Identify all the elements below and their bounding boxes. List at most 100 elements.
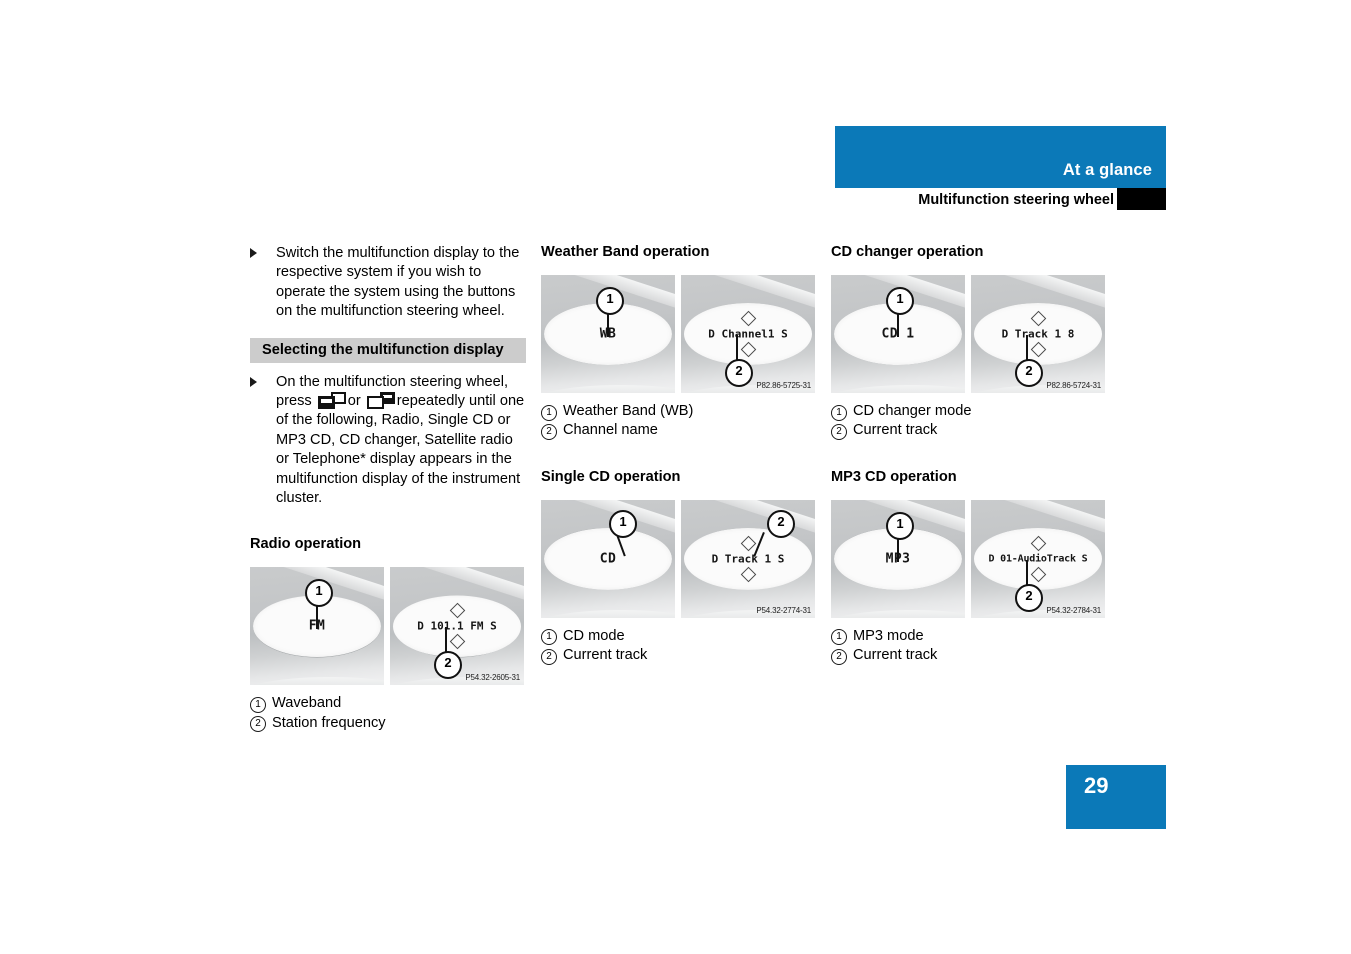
legend-number: 1 — [541, 404, 557, 421]
legend-number: 1 — [831, 629, 847, 646]
arrow-down-icon — [1030, 566, 1047, 583]
cluster-rim — [831, 385, 965, 393]
right-column: CD changer operation CD 1 1 D Track 1 8 … — [831, 244, 1107, 666]
figure-radio-operation: FM 1 D 101.1 FM S 2 P54.32-2605-31 — [250, 567, 524, 686]
section-heading-selecting-display: Selecting the multifunction display — [250, 337, 526, 363]
figure-panel-left: WB 1 — [541, 275, 675, 393]
page-number-badge: 29 — [1066, 765, 1166, 829]
legend-label: Waveband — [272, 695, 342, 712]
legend-number: 2 — [541, 423, 557, 440]
cluster-rim — [541, 385, 675, 393]
legend-item: 2 Channel name — [541, 421, 817, 440]
callout-leader — [1026, 335, 1028, 361]
photo-id-label: P82.86-5724-31 — [1046, 381, 1101, 390]
lcd-lens: D Track 1 8 — [974, 303, 1102, 365]
cluster-rim — [831, 609, 965, 618]
callout-2: 2 — [767, 509, 795, 538]
figure-panel-left: CD 1 — [541, 499, 675, 618]
callout-leader — [1026, 559, 1028, 586]
legend-item: 1 CD changer mode — [831, 402, 1107, 421]
callout-2: 2 — [725, 359, 753, 387]
arrow-down-icon — [449, 634, 466, 650]
heading-mp3-cd-operation: MP3 CD operation — [831, 468, 957, 485]
figure-panel-right: D Track 1 S 2 P54.32-2774-31 — [681, 499, 815, 618]
mfsw-display-right-icon — [366, 392, 395, 410]
legend-number: 2 — [250, 716, 266, 733]
legend-label: Channel name — [563, 422, 658, 439]
legend-radio-operation: 1 Waveband 2 Station frequency — [250, 694, 526, 733]
arrow-down-icon — [740, 566, 757, 583]
instruction-text-or: or — [347, 393, 361, 410]
arrow-down-icon — [1030, 341, 1047, 358]
lcd-text-track: D Track 1 S — [711, 552, 785, 566]
figure-weather-band-operation: WB 1 D Channel1 S 2 P82.86-5725-31 — [541, 275, 815, 393]
legend-label: Station frequency — [272, 714, 386, 731]
arrow-up-icon — [740, 310, 757, 327]
arrow-up-icon — [740, 535, 757, 552]
photo-id-label: P54.32-2605-31 — [465, 673, 520, 683]
cluster-rim — [250, 677, 384, 686]
legend-item: 1 CD mode — [541, 627, 817, 646]
header-band: At a glance — [835, 126, 1166, 188]
photo-id-label: P82.86-5725-31 — [756, 381, 811, 390]
mfsw-display-left-icon — [317, 392, 346, 410]
lcd-text-track: D Track 1 8 — [1001, 327, 1075, 341]
lcd-text-cd-mode: CD — [599, 551, 617, 567]
legend-single-cd-operation: 1 CD mode 2 Current track — [541, 627, 817, 666]
legend-number: 2 — [831, 423, 847, 440]
legend-mp3-cd-operation: 1 MP3 mode 2 Current track — [831, 627, 1107, 666]
callout-1: 1 — [596, 287, 624, 315]
callout-1: 1 — [609, 509, 637, 538]
arrow-down-icon — [740, 341, 757, 358]
lcd-lens: CD — [544, 527, 672, 590]
photo-id-label: P54.32-2784-31 — [1046, 605, 1101, 615]
figure-panel-right: D Track 1 8 2 P82.86-5724-31 — [971, 275, 1105, 393]
legend-number: 1 — [541, 629, 557, 646]
legend-label: MP3 mode — [853, 627, 924, 644]
legend-number: 2 — [541, 648, 557, 665]
legend-label: CD changer mode — [853, 403, 972, 419]
legend-item: 2 Current track — [541, 646, 817, 665]
callout-leader — [736, 335, 738, 361]
legend-label: Weather Band (WB) — [563, 403, 694, 419]
intro-bullet-item: Switch the multifunction display to the … — [250, 244, 526, 322]
callout-1: 1 — [886, 511, 914, 540]
legend-item: 1 Waveband — [250, 694, 526, 713]
figure-panel-right: D 101.1 FM S 2 P54.32-2605-31 — [390, 567, 524, 686]
lcd-text-channel: D Channel1 S — [708, 327, 788, 341]
bullet-triangle-icon — [250, 376, 257, 387]
figure-cd-changer-operation: CD 1 1 D Track 1 8 2 P82.86-5724-31 — [831, 275, 1105, 393]
legend-number: 2 — [831, 648, 847, 665]
arrow-up-icon — [449, 603, 466, 619]
lcd-lens: D 101.1 FM S — [393, 595, 521, 658]
instruction-text-post: repeatedly until one of the following, R… — [276, 393, 525, 507]
mfsw-icon-front-box — [317, 396, 335, 410]
bullet-triangle-icon — [250, 248, 257, 258]
figure-panel-left: FM 1 — [250, 567, 384, 686]
figure-mp3-cd-operation: MP3 1 D 01-AudioTrack S 2 P54.32-2784-31 — [831, 499, 1105, 618]
figure-panel-right: D Channel1 S 2 P82.86-5725-31 — [681, 275, 815, 393]
heading-weather-band-operation: Weather Band operation — [541, 244, 710, 260]
legend-label: Current track — [853, 647, 938, 664]
cluster-rim — [541, 609, 675, 618]
heading-radio-operation: Radio operation — [250, 536, 362, 553]
arrow-up-icon — [1030, 310, 1047, 327]
legend-label: Current track — [563, 647, 648, 664]
legend-item: 1 MP3 mode — [831, 627, 1107, 646]
header-black-tab — [1117, 188, 1166, 210]
legend-item: 2 Current track — [831, 421, 1107, 440]
instruction-bullet-item: On the multifunction steering wheel, pre… — [250, 373, 526, 509]
photo-id-label: P54.32-2774-31 — [756, 605, 811, 615]
callout-2: 2 — [1015, 583, 1043, 612]
legend-number: 1 — [250, 696, 266, 713]
lcd-text-frequency: D 101.1 FM S — [417, 619, 497, 633]
callout-2: 2 — [1015, 359, 1043, 387]
legend-weather-band-operation: 1 Weather Band (WB) 2 Channel name — [541, 402, 817, 441]
arrow-up-icon — [1030, 535, 1047, 552]
legend-item: 2 Station frequency — [250, 714, 526, 733]
middle-column: Weather Band operation WB 1 D Channel1 S… — [541, 244, 817, 666]
lcd-text-audiotrack: D 01-AudioTrack S — [988, 553, 1088, 565]
heading-single-cd-operation: Single CD operation — [541, 468, 681, 485]
legend-label: Current track — [853, 422, 938, 439]
lcd-lens: D Channel1 S — [684, 303, 812, 365]
